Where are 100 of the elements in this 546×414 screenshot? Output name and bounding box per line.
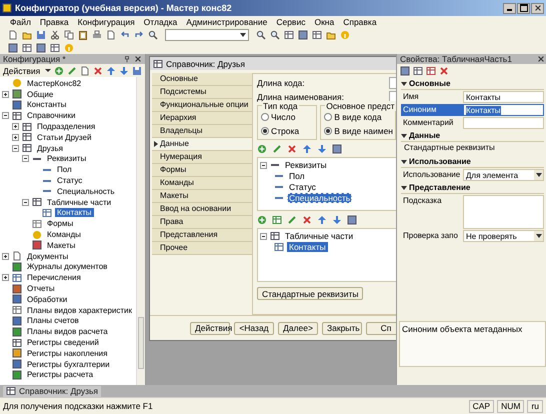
collapse-triangle-icon[interactable] — [401, 82, 407, 86]
table-icon[interactable] — [284, 30, 294, 40]
menu-item[interactable]: Администрирование — [186, 17, 268, 27]
delete-icon[interactable] — [287, 144, 297, 154]
tree-item[interactable]: Планы счетов — [25, 316, 81, 326]
window-tab[interactable]: Справочник: Друзья — [3, 386, 102, 396]
tree-item[interactable]: Отчеты — [25, 284, 57, 294]
pencil-icon[interactable] — [272, 144, 282, 154]
folder-icon[interactable] — [22, 30, 32, 40]
actions-button[interactable]: Действия — [3, 66, 40, 76]
menu-item[interactable]: Файл — [10, 17, 31, 27]
printer-icon[interactable] — [92, 30, 102, 40]
tree-item[interactable]: Друзья — [35, 144, 65, 153]
search-icon[interactable] — [148, 30, 158, 40]
tree-item[interactable]: Пол — [287, 171, 307, 182]
tree-item[interactable]: Перечисления — [25, 273, 83, 282]
property-field[interactable]: Контакты — [463, 104, 544, 116]
folder-icon[interactable] — [326, 30, 336, 40]
square-icon[interactable] — [36, 42, 46, 52]
save-icon[interactable] — [36, 30, 46, 40]
collapse-triangle-icon[interactable] — [401, 160, 407, 164]
dialog-button[interactable]: Сп — [366, 322, 396, 334]
square-icon[interactable] — [400, 66, 410, 76]
add-icon[interactable] — [54, 66, 64, 76]
tab[interactable]: Права — [152, 216, 252, 229]
radio-button[interactable] — [261, 113, 269, 121]
tab[interactable]: Представления — [152, 229, 252, 242]
arrow-down-icon[interactable] — [332, 214, 342, 224]
pencil-icon[interactable] — [287, 214, 297, 224]
tree-item[interactable]: Регистры сведений — [25, 338, 101, 348]
clipboard-icon[interactable] — [78, 30, 88, 40]
tree-item[interactable]: Обработки — [25, 294, 70, 304]
maximize-button[interactable] — [517, 2, 530, 14]
tree-item[interactable]: Подразделения — [35, 122, 98, 132]
dialog-button[interactable]: Закрыть — [322, 322, 362, 334]
tree-item[interactable]: Реквизиты — [45, 154, 88, 164]
table-icon[interactable] — [22, 42, 32, 52]
tree-item[interactable]: Пол — [55, 165, 74, 174]
property-field[interactable]: Контакты — [463, 91, 544, 103]
add-icon[interactable] — [257, 214, 267, 224]
tab[interactable]: Владельцы — [152, 125, 252, 138]
tree-item[interactable]: Команды — [45, 230, 83, 240]
table-icon[interactable] — [50, 42, 60, 52]
tree-item[interactable]: Журналы документов — [25, 262, 110, 272]
radio-button[interactable] — [261, 127, 269, 135]
close-button[interactable] — [531, 2, 544, 14]
copy-icon[interactable] — [64, 30, 74, 40]
tab[interactable]: Основные — [152, 73, 252, 86]
search-icon[interactable] — [256, 30, 266, 40]
search-combo[interactable] — [165, 28, 249, 40]
tree-item[interactable]: Справочники — [25, 111, 78, 120]
tree-item[interactable]: Статьи Друзей — [35, 132, 94, 142]
tree-item[interactable]: МастерКонс82 — [25, 78, 84, 88]
expander-icon[interactable] — [22, 198, 29, 206]
arrow-down-icon[interactable] — [119, 66, 130, 76]
tab[interactable]: Подсистемы — [152, 86, 252, 99]
tree-item[interactable]: Планы видов расчета — [25, 327, 110, 336]
tab[interactable]: Прочее — [152, 242, 252, 255]
menu-item[interactable]: Правка — [40, 17, 69, 27]
square-icon[interactable] — [347, 214, 357, 224]
tree-item[interactable]: Табличные части — [283, 231, 356, 242]
scrollbar[interactable] — [136, 77, 145, 385]
tab[interactable]: Иерархия — [152, 112, 252, 125]
table-icon[interactable] — [272, 214, 282, 224]
close-icon[interactable] — [134, 55, 142, 63]
tab[interactable]: Команды — [152, 177, 252, 190]
property-dropdown[interactable]: Для элемента — [463, 169, 544, 181]
expander-icon[interactable] — [12, 123, 19, 130]
arrow-up-icon[interactable] — [302, 144, 312, 154]
menu-item[interactable]: Отладка — [144, 17, 178, 27]
delete-icon[interactable] — [302, 214, 312, 224]
tree-item[interactable]: Контакты — [55, 208, 94, 218]
tab[interactable]: Нумерация — [152, 151, 252, 164]
expander-icon[interactable] — [2, 90, 9, 98]
tab[interactable]: Формы — [152, 164, 252, 177]
tree-item[interactable]: Контакты — [287, 242, 328, 252]
undo-icon[interactable] — [120, 30, 130, 40]
table-icon[interactable] — [426, 66, 436, 76]
table-icon[interactable] — [413, 66, 423, 76]
expander-icon[interactable] — [12, 144, 19, 152]
redo-icon[interactable] — [134, 30, 144, 40]
menu-item[interactable]: Справка — [343, 17, 377, 27]
expander-icon[interactable] — [2, 274, 9, 282]
arrow-up-icon[interactable] — [106, 66, 116, 76]
close-icon[interactable] — [537, 55, 545, 63]
tree-item[interactable]: Регистры накопления — [25, 348, 110, 358]
standard-attributes-button[interactable]: Стандартные реквизиты — [257, 287, 364, 300]
square-icon[interactable] — [332, 144, 342, 154]
expander-icon[interactable] — [260, 162, 267, 169]
pencil-icon[interactable] — [67, 66, 78, 76]
name-length-field[interactable] — [389, 90, 396, 102]
tree-item[interactable]: Макеты — [45, 240, 78, 250]
radio-button[interactable] — [324, 127, 332, 135]
tree-item[interactable]: Общие — [25, 90, 56, 99]
expander-icon[interactable] — [12, 134, 19, 141]
tree-item[interactable]: Специальность — [55, 186, 117, 196]
save-icon[interactable] — [132, 66, 142, 76]
tab[interactable]: Ввод на основании — [152, 203, 252, 216]
collapse-triangle-icon[interactable] — [401, 134, 407, 138]
property-dropdown[interactable]: Не проверять — [463, 230, 544, 242]
